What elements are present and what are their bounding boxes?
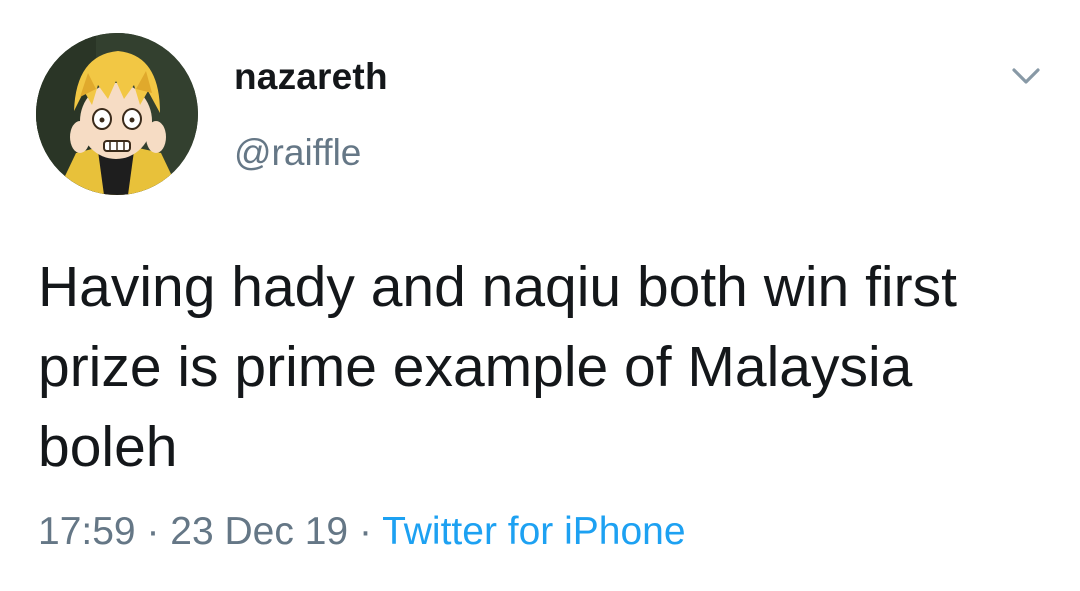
chevron-down-icon[interactable] [1006, 58, 1046, 94]
tweet-meta: 17:59 · 23 Dec 19 · Twitter for iPhone [38, 510, 686, 554]
meta-separator: · [146, 510, 160, 553]
user-handle[interactable]: @raiffle [234, 132, 361, 174]
tweet-card: nazareth @raiffle Having hady and naqiu … [0, 0, 1080, 591]
tweet-text: Having hady and naqiu both win first pri… [38, 255, 957, 479]
avatar-image [36, 33, 198, 195]
avatar[interactable] [36, 33, 198, 195]
tweet-time[interactable]: 17:59 [38, 510, 136, 553]
meta-separator: · [358, 510, 372, 553]
tweet-date[interactable]: 23 Dec 19 [170, 510, 348, 553]
display-name[interactable]: nazareth [234, 56, 388, 98]
tweet-source-link[interactable]: Twitter for iPhone [382, 510, 685, 553]
